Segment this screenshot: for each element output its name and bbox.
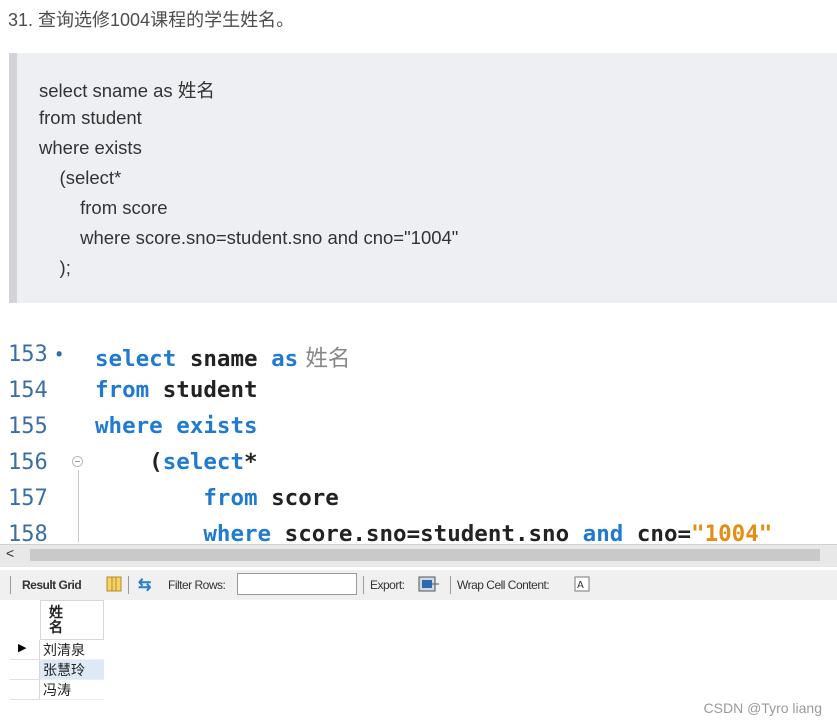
scroll-left-icon[interactable]: < bbox=[6, 545, 14, 561]
wrap-text-icon[interactable]: A bbox=[574, 576, 590, 595]
watermark: CSDN @Tyro liang bbox=[703, 700, 822, 716]
editor-line: (select* bbox=[95, 449, 258, 475]
row-header[interactable]: ▶ bbox=[10, 640, 40, 660]
editor-line: where score.sno=student.sno and cno="100… bbox=[203, 521, 773, 542]
wrap-cell-label: Wrap Cell Content: bbox=[457, 578, 550, 592]
line-number: 157 bbox=[8, 486, 48, 511]
row-header[interactable] bbox=[10, 660, 40, 680]
fold-toggle-icon[interactable] bbox=[72, 456, 83, 467]
editor-line: where exists bbox=[95, 413, 258, 439]
table-cell[interactable]: 冯涛 bbox=[40, 680, 104, 700]
editor-line: from score bbox=[203, 485, 339, 511]
filter-rows-label: Filter Rows: bbox=[168, 578, 226, 592]
result-toolbar: Result Grid ⇆ Filter Rows: Export: Wrap … bbox=[0, 570, 837, 600]
divider bbox=[450, 576, 451, 594]
code-block: select sname as 姓名 from student where ex… bbox=[9, 53, 837, 303]
statement-marker-icon: • bbox=[56, 344, 63, 364]
table-cell[interactable]: 张慧玲 bbox=[40, 660, 104, 680]
sql-editor[interactable]: 153 • 154 155 156 157 158 select sname a… bbox=[0, 320, 837, 542]
refresh-icon[interactable]: ⇆ bbox=[138, 575, 151, 595]
export-icon[interactable] bbox=[418, 575, 440, 596]
row-header[interactable] bbox=[10, 680, 40, 700]
divider bbox=[10, 576, 11, 594]
scrollbar-thumb[interactable] bbox=[30, 549, 820, 561]
divider bbox=[128, 576, 129, 594]
editor-line: from student bbox=[95, 377, 258, 403]
horizontal-scrollbar[interactable]: < bbox=[0, 544, 837, 567]
code-line: ); bbox=[39, 257, 71, 278]
code-line: from student bbox=[39, 107, 142, 128]
export-label: Export: bbox=[370, 578, 405, 592]
line-number: 158 bbox=[8, 522, 48, 542]
divider bbox=[363, 576, 364, 594]
filter-rows-input[interactable] bbox=[237, 573, 357, 595]
question-title: 31. 查询选修1004课程的学生姓名。 bbox=[8, 10, 295, 30]
code-line: from score bbox=[39, 197, 168, 218]
line-number: 155 bbox=[8, 414, 48, 439]
current-row-icon: ▶ bbox=[18, 642, 27, 654]
line-number: 153 bbox=[8, 342, 48, 367]
code-line: (select* bbox=[39, 167, 122, 188]
table-cell[interactable]: 刘清泉 bbox=[40, 640, 104, 660]
code-line: where exists bbox=[39, 137, 142, 158]
result-grid-tab[interactable]: Result Grid bbox=[22, 578, 82, 592]
code-line: where score.sno=student.sno and cno="100… bbox=[39, 227, 459, 248]
column-header[interactable]: 姓名 bbox=[40, 600, 104, 640]
grid-view-icon[interactable] bbox=[106, 576, 122, 595]
result-grid[interactable]: 姓名 ▶ 刘清泉 张慧玲 冯涛 bbox=[10, 600, 104, 702]
svg-text:A: A bbox=[577, 580, 584, 591]
editor-line: select sname as 姓名 bbox=[95, 346, 351, 372]
line-number: 156 bbox=[8, 450, 48, 475]
fold-guide bbox=[78, 470, 79, 542]
code-line: select sname as 姓名 bbox=[39, 80, 215, 101]
line-number: 154 bbox=[8, 378, 48, 403]
